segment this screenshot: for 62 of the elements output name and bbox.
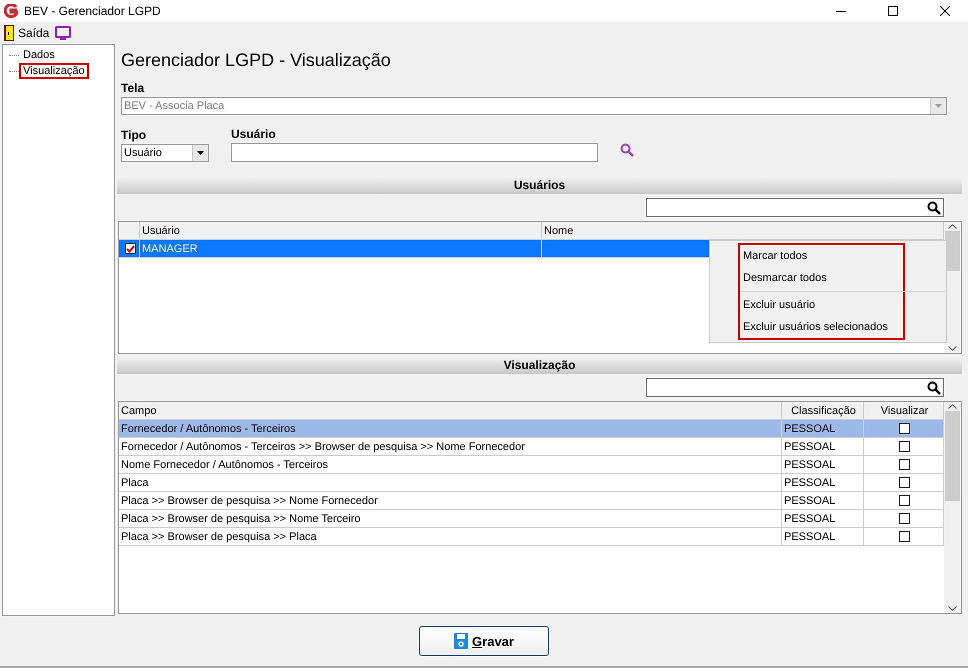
page-heading: Gerenciador LGPD - Visualização	[120, 49, 392, 72]
minimize-icon[interactable]	[836, 10, 846, 12]
table-cell: Nome Fornecedor / Autônomos - Terceiros	[119, 456, 782, 473]
column-header[interactable]: Usuário	[140, 222, 542, 239]
app-logo-icon	[4, 4, 18, 18]
tree-item[interactable]: Dados	[19, 47, 59, 63]
scrollbar-thumb[interactable]	[945, 231, 960, 271]
scroll-down-icon[interactable]	[948, 606, 957, 611]
search-field[interactable]	[646, 198, 944, 217]
tree-item[interactable]: Visualização	[19, 63, 89, 79]
scrollbar[interactable]	[944, 402, 961, 613]
section-header: Usuários	[117, 176, 962, 194]
checkbox[interactable]	[899, 441, 910, 452]
field-label: Tela	[121, 81, 146, 95]
menu-item[interactable]: Excluir usuários selecionados	[740, 316, 903, 338]
dropdown-arrow-icon	[935, 104, 942, 108]
column-header[interactable]: Classificação	[782, 402, 864, 419]
table-cell: PESSOAL	[782, 510, 864, 527]
table-cell: PESSOAL	[782, 438, 864, 455]
table-cell: Fornecedor / Autônomos - Terceiros	[119, 420, 782, 437]
scroll-down-icon[interactable]	[948, 346, 957, 351]
section-header: Visualização	[117, 356, 962, 374]
search-icon[interactable]	[927, 200, 941, 214]
user-input-field[interactable]	[231, 143, 598, 162]
table-cell: PESSOAL	[782, 420, 864, 437]
table-cell: PESSOAL	[782, 492, 864, 509]
checkbox[interactable]	[899, 423, 910, 434]
checkbox[interactable]	[899, 477, 910, 488]
close-icon[interactable]	[940, 6, 950, 16]
scroll-up-icon[interactable]	[948, 224, 957, 229]
monitor-icon[interactable]	[55, 26, 72, 40]
field-label: Usuário	[231, 127, 277, 141]
table-cell: Placa	[119, 474, 782, 491]
window-title: BEV - Gerenciador LGPD	[24, 4, 162, 18]
search-icon[interactable]	[927, 380, 941, 394]
scroll-up-icon[interactable]	[948, 404, 957, 409]
column-header[interactable]: Campo	[119, 402, 782, 419]
type-dropdown[interactable]: Usuário	[121, 144, 209, 162]
exit-button[interactable]: Saída	[4, 25, 50, 41]
menu-item[interactable]: Desmarcar todos	[740, 267, 903, 289]
checkbox[interactable]	[899, 495, 910, 506]
door-icon	[4, 25, 14, 41]
table-cell: Placa >> Browser de pesquisa >> Nome Fornecedor	[119, 492, 782, 509]
table-cell: PESSOAL	[782, 528, 864, 545]
table-cell: PESSOAL	[782, 474, 864, 491]
menu-item[interactable]: Marcar todos	[740, 245, 903, 267]
scrollbar-thumb[interactable]	[945, 411, 960, 501]
table-cell: Placa >> Browser de pesquisa >> Placa	[119, 528, 782, 545]
checkbox[interactable]	[124, 243, 136, 254]
save-button[interactable]: Gravar	[419, 626, 549, 656]
table-cell: Fornecedor / Autônomos - Terceiros >> Browser de pesquisa >> Nome Fornecedor	[119, 438, 782, 455]
menu-item[interactable]: Excluir usuário	[740, 294, 903, 316]
table-cell: PESSOAL	[782, 456, 864, 473]
table-cell: MANAGER	[140, 240, 542, 257]
search-field[interactable]	[646, 378, 944, 397]
field-label: Tipo	[121, 128, 148, 142]
maximize-icon[interactable]	[888, 6, 898, 16]
checkbox[interactable]	[899, 513, 910, 524]
checkbox[interactable]	[899, 459, 910, 470]
table-cell: Placa >> Browser de pesquisa >> Nome Terceiro	[119, 510, 782, 527]
checkbox[interactable]	[899, 531, 910, 542]
dropdown-arrow-icon	[197, 151, 204, 155]
